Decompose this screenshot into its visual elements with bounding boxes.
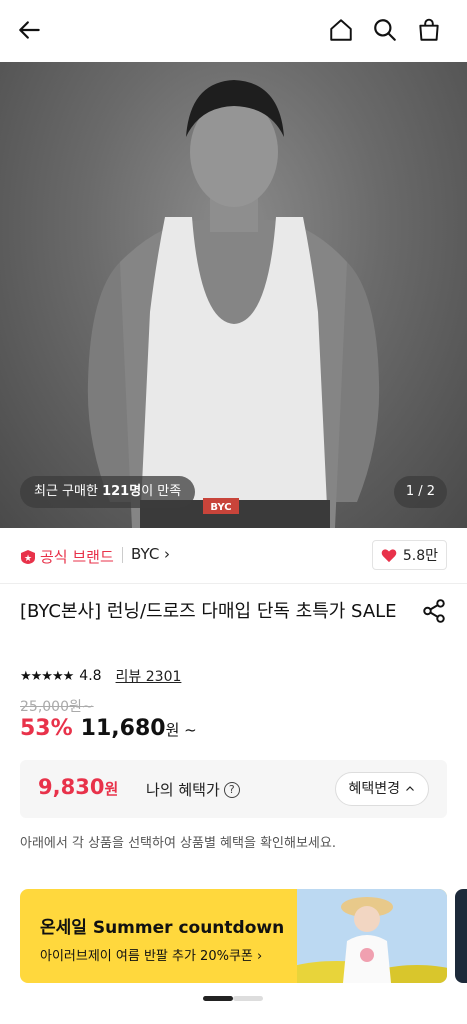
recent-prefix: 최근 구매한 (34, 484, 103, 499)
svg-text:★: ★ (24, 554, 32, 564)
recent-suffix: 이 만족 (141, 484, 182, 499)
page-indicator: 1 / 2 (393, 476, 447, 508)
recent-buyers-badge: 최근 구매한 121명이 만족 (20, 476, 196, 508)
change-benefit-button[interactable]: 혜택변경 (335, 772, 429, 806)
official-brand-label: 공식 브랜드 (40, 548, 114, 566)
recent-count: 121명 (102, 484, 142, 499)
benefit-label: 나의 혜택가 (146, 781, 220, 799)
top-bar (0, 0, 467, 62)
brand-row: ★ 공식 브랜드 BYC › 5.8만 (0, 528, 467, 584)
benefit-notice: 아래에서 각 상품을 선택하여 상품별 혜택을 확인해보세요. (20, 836, 336, 851)
dot-active (203, 996, 233, 1001)
discount-rate: 53% (20, 716, 73, 741)
change-benefit-label: 혜택변경 (348, 781, 400, 797)
rating-row: ★★★★★ 4.8 리뷰 2301 (20, 666, 181, 686)
product-photo: BYC (87, 80, 380, 528)
benefit-label-group: 나의 혜택가 ? (146, 779, 240, 800)
sale-price-unit: 원 ~ (165, 721, 197, 739)
svg-text:BYC: BYC (210, 502, 231, 513)
banner-subtitle: 아이러브제이 여름 반팔 추가 20%쿠폰 › (40, 949, 263, 964)
star-rating-icon: ★★★★★ (20, 668, 74, 684)
sale-price-value: 11,680 (80, 716, 166, 741)
home-icon[interactable] (325, 14, 357, 46)
sale-price: 11,680원 ~ (81, 716, 197, 741)
like-button[interactable]: 5.8만 (371, 540, 447, 570)
search-icon[interactable] (369, 14, 401, 46)
heart-icon (381, 548, 397, 562)
benefit-price: 9,830원 (38, 775, 118, 799)
rating-value: 4.8 (79, 668, 102, 684)
help-icon[interactable]: ? (223, 781, 240, 798)
original-price: 25,000원~ (20, 699, 94, 715)
back-arrow-icon[interactable] (14, 14, 46, 46)
divider (122, 547, 123, 563)
like-count: 5.8만 (402, 548, 438, 564)
benefit-price-box: 9,830원 나의 혜택가 ? 혜택변경 (20, 760, 447, 818)
next-banner-peek[interactable] (455, 889, 467, 983)
product-title: [BYC본사] 런닝/드로즈 다매입 단독 초특가 SALE (20, 601, 397, 622)
promo-banner[interactable]: 온세일 Summer countdown 아이러브제이 여름 반팔 추가 20%… (20, 889, 447, 983)
review-link[interactable]: 리뷰 2301 (116, 666, 182, 686)
shopping-bag-icon[interactable] (413, 14, 445, 46)
banner-headline: 온세일 Summer countdown (40, 918, 285, 938)
dot-inactive (233, 996, 263, 1001)
share-icon[interactable] (421, 598, 447, 624)
carousel-dots (203, 996, 263, 1001)
benefit-price-unit: 원 (104, 780, 119, 798)
official-brand-badge: ★ 공식 브랜드 (20, 546, 114, 567)
brand-link[interactable]: BYC › (131, 545, 170, 563)
official-badge-icon: ★ (21, 549, 35, 564)
product-image-carousel[interactable]: BYC 최근 구매한 121명이 만족 1 / 2 (0, 62, 467, 528)
price-row: 53% 11,680원 ~ (20, 716, 197, 741)
chevron-up-icon (406, 786, 414, 791)
benefit-price-value: 9,830 (38, 775, 105, 799)
banner-model-image (297, 889, 447, 983)
